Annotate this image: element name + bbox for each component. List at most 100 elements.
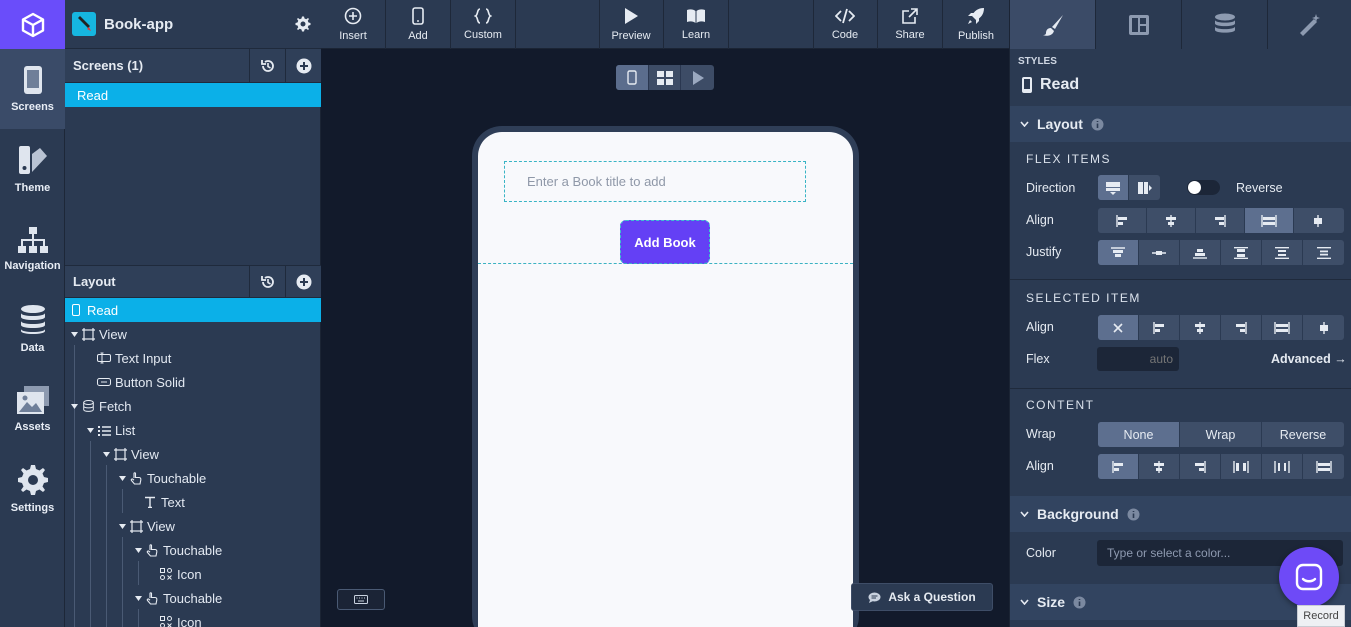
tree-item-fetch[interactable]: Fetch — [65, 394, 321, 418]
flex-input[interactable] — [1097, 347, 1179, 371]
justify-between-button[interactable] — [1221, 240, 1262, 265]
tree-item-view[interactable]: View — [65, 442, 321, 466]
tree-item-list[interactable]: List — [65, 418, 321, 442]
learn-button[interactable]: Learn — [664, 0, 729, 49]
chevron-down-icon[interactable] — [133, 545, 143, 555]
preview-button[interactable]: Preview — [599, 0, 664, 49]
chevron-down-icon[interactable] — [117, 521, 127, 531]
chevron-down-icon[interactable] — [69, 401, 79, 411]
phone-icon — [23, 66, 42, 94]
app-logo[interactable] — [0, 0, 65, 49]
wrap-reverse-button[interactable]: Reverse — [1262, 422, 1344, 447]
align-self-center-button[interactable] — [1180, 315, 1221, 340]
wrap-wrap-button[interactable]: Wrap — [1180, 422, 1262, 447]
justify-around-button[interactable] — [1262, 240, 1303, 265]
align-self-baseline-button[interactable] — [1303, 315, 1344, 340]
tab-magic[interactable] — [1268, 0, 1351, 49]
rail-item-data[interactable]: Data — [0, 289, 65, 369]
justify-evenly-button[interactable] — [1303, 240, 1344, 265]
align-self-none-button[interactable] — [1098, 315, 1139, 340]
advanced-link[interactable]: Advanced → — [1271, 352, 1347, 366]
phone-view-button[interactable] — [616, 65, 649, 90]
tree-item-button-solid[interactable]: Button Solid — [65, 370, 321, 394]
align-self-stretch-button[interactable] — [1262, 315, 1303, 340]
add-screen-button[interactable] — [285, 49, 321, 82]
code-button[interactable]: Code — [813, 0, 878, 49]
tree-item-view[interactable]: View — [65, 514, 321, 538]
rail-item-settings[interactable]: Settings — [0, 449, 65, 529]
add-book-button[interactable]: Add Book — [620, 220, 710, 264]
tree-item-view[interactable]: View — [65, 322, 321, 346]
tab-properties[interactable] — [1096, 0, 1182, 49]
justify-end-button[interactable] — [1180, 240, 1221, 265]
justify-center-button[interactable] — [1139, 240, 1180, 265]
tree-item-touchable[interactable]: Touchable — [65, 466, 321, 490]
rail-item-screens[interactable]: Screens — [0, 49, 65, 129]
align-end-button[interactable] — [1196, 208, 1245, 233]
align-content-stretch-button[interactable] — [1303, 454, 1344, 479]
share-label: Share — [895, 29, 925, 41]
background-section-header[interactable]: Background — [1010, 496, 1351, 532]
add-button[interactable]: Add — [386, 0, 451, 49]
align-content-end-button[interactable] — [1180, 454, 1221, 479]
justify-end-icon — [1193, 248, 1207, 259]
chevron-down-icon[interactable] — [133, 593, 143, 603]
rail-item-navigation[interactable]: Navigation — [0, 209, 65, 289]
rail-item-theme[interactable]: Theme — [0, 129, 65, 209]
tree-item-touchable[interactable]: Touchable — [65, 586, 321, 610]
rail-item-assets[interactable]: Assets — [0, 369, 65, 449]
direction-control — [1098, 175, 1160, 200]
add-component-button[interactable] — [285, 266, 321, 297]
chevron-down-icon[interactable] — [69, 329, 79, 339]
align-center-button[interactable] — [1147, 208, 1196, 233]
align-content-around-button[interactable] — [1262, 454, 1303, 479]
tree-item-text[interactable]: Text — [65, 490, 321, 514]
ask-question-button[interactable]: Ask a Question — [851, 583, 993, 611]
align-self-start-button[interactable] — [1139, 315, 1180, 340]
background-section-title: Background — [1037, 506, 1119, 522]
wrap-none-button[interactable]: None — [1098, 422, 1180, 447]
custom-button[interactable]: Custom — [451, 0, 516, 49]
chevron-down-icon[interactable] — [117, 473, 127, 483]
screen-item-read[interactable]: Read — [65, 83, 321, 107]
justify-between-icon — [1234, 246, 1248, 259]
chevron-down-icon[interactable] — [101, 449, 111, 459]
direction-column-button[interactable] — [1098, 175, 1129, 200]
support-chat-button[interactable] — [1279, 547, 1339, 607]
align-stretch-button[interactable] — [1245, 208, 1294, 233]
tree-item-icon[interactable]: Icon — [65, 562, 321, 586]
keyboard-toggle-button[interactable] — [337, 589, 385, 610]
insert-button[interactable]: Insert — [321, 0, 386, 49]
justify-evenly-icon — [1316, 246, 1331, 259]
align-baseline-button[interactable] — [1294, 208, 1342, 233]
styles-caption: STYLES — [1018, 56, 1057, 67]
tab-data[interactable] — [1182, 0, 1268, 49]
screens-history-button[interactable] — [249, 49, 285, 82]
project-settings-button[interactable] — [285, 0, 321, 49]
direction-row-button[interactable] — [1129, 175, 1160, 200]
chat-bubble-icon — [868, 592, 881, 603]
tree-item-read[interactable]: Read — [65, 298, 321, 322]
play-view-button[interactable] — [681, 65, 714, 90]
tree-item-text-input[interactable]: Text Input — [65, 346, 321, 370]
reverse-toggle[interactable] — [1187, 180, 1220, 195]
tree-item-touchable[interactable]: Touchable — [65, 538, 321, 562]
align-content-start-button[interactable] — [1098, 454, 1139, 479]
justify-start-button[interactable] — [1098, 240, 1139, 265]
layout-history-button[interactable] — [249, 266, 285, 297]
history-icon — [260, 275, 274, 288]
align-start-button[interactable] — [1098, 208, 1147, 233]
align-content-center-button[interactable] — [1139, 454, 1180, 479]
tab-styles[interactable] — [1010, 0, 1096, 49]
align-content-between-button[interactable] — [1221, 454, 1262, 479]
book-title-input[interactable] — [504, 161, 806, 202]
publish-button[interactable]: Publish — [943, 0, 1009, 49]
align-self-end-button[interactable] — [1221, 315, 1262, 340]
palette-icon — [18, 146, 47, 174]
share-button[interactable]: Share — [878, 0, 943, 49]
grid-view-button[interactable] — [649, 65, 682, 90]
history-icon — [260, 59, 274, 72]
tree-item-icon[interactable]: Icon — [65, 610, 321, 627]
chevron-down-icon[interactable] — [85, 425, 95, 435]
layout-section-header[interactable]: Layout — [1010, 106, 1351, 142]
